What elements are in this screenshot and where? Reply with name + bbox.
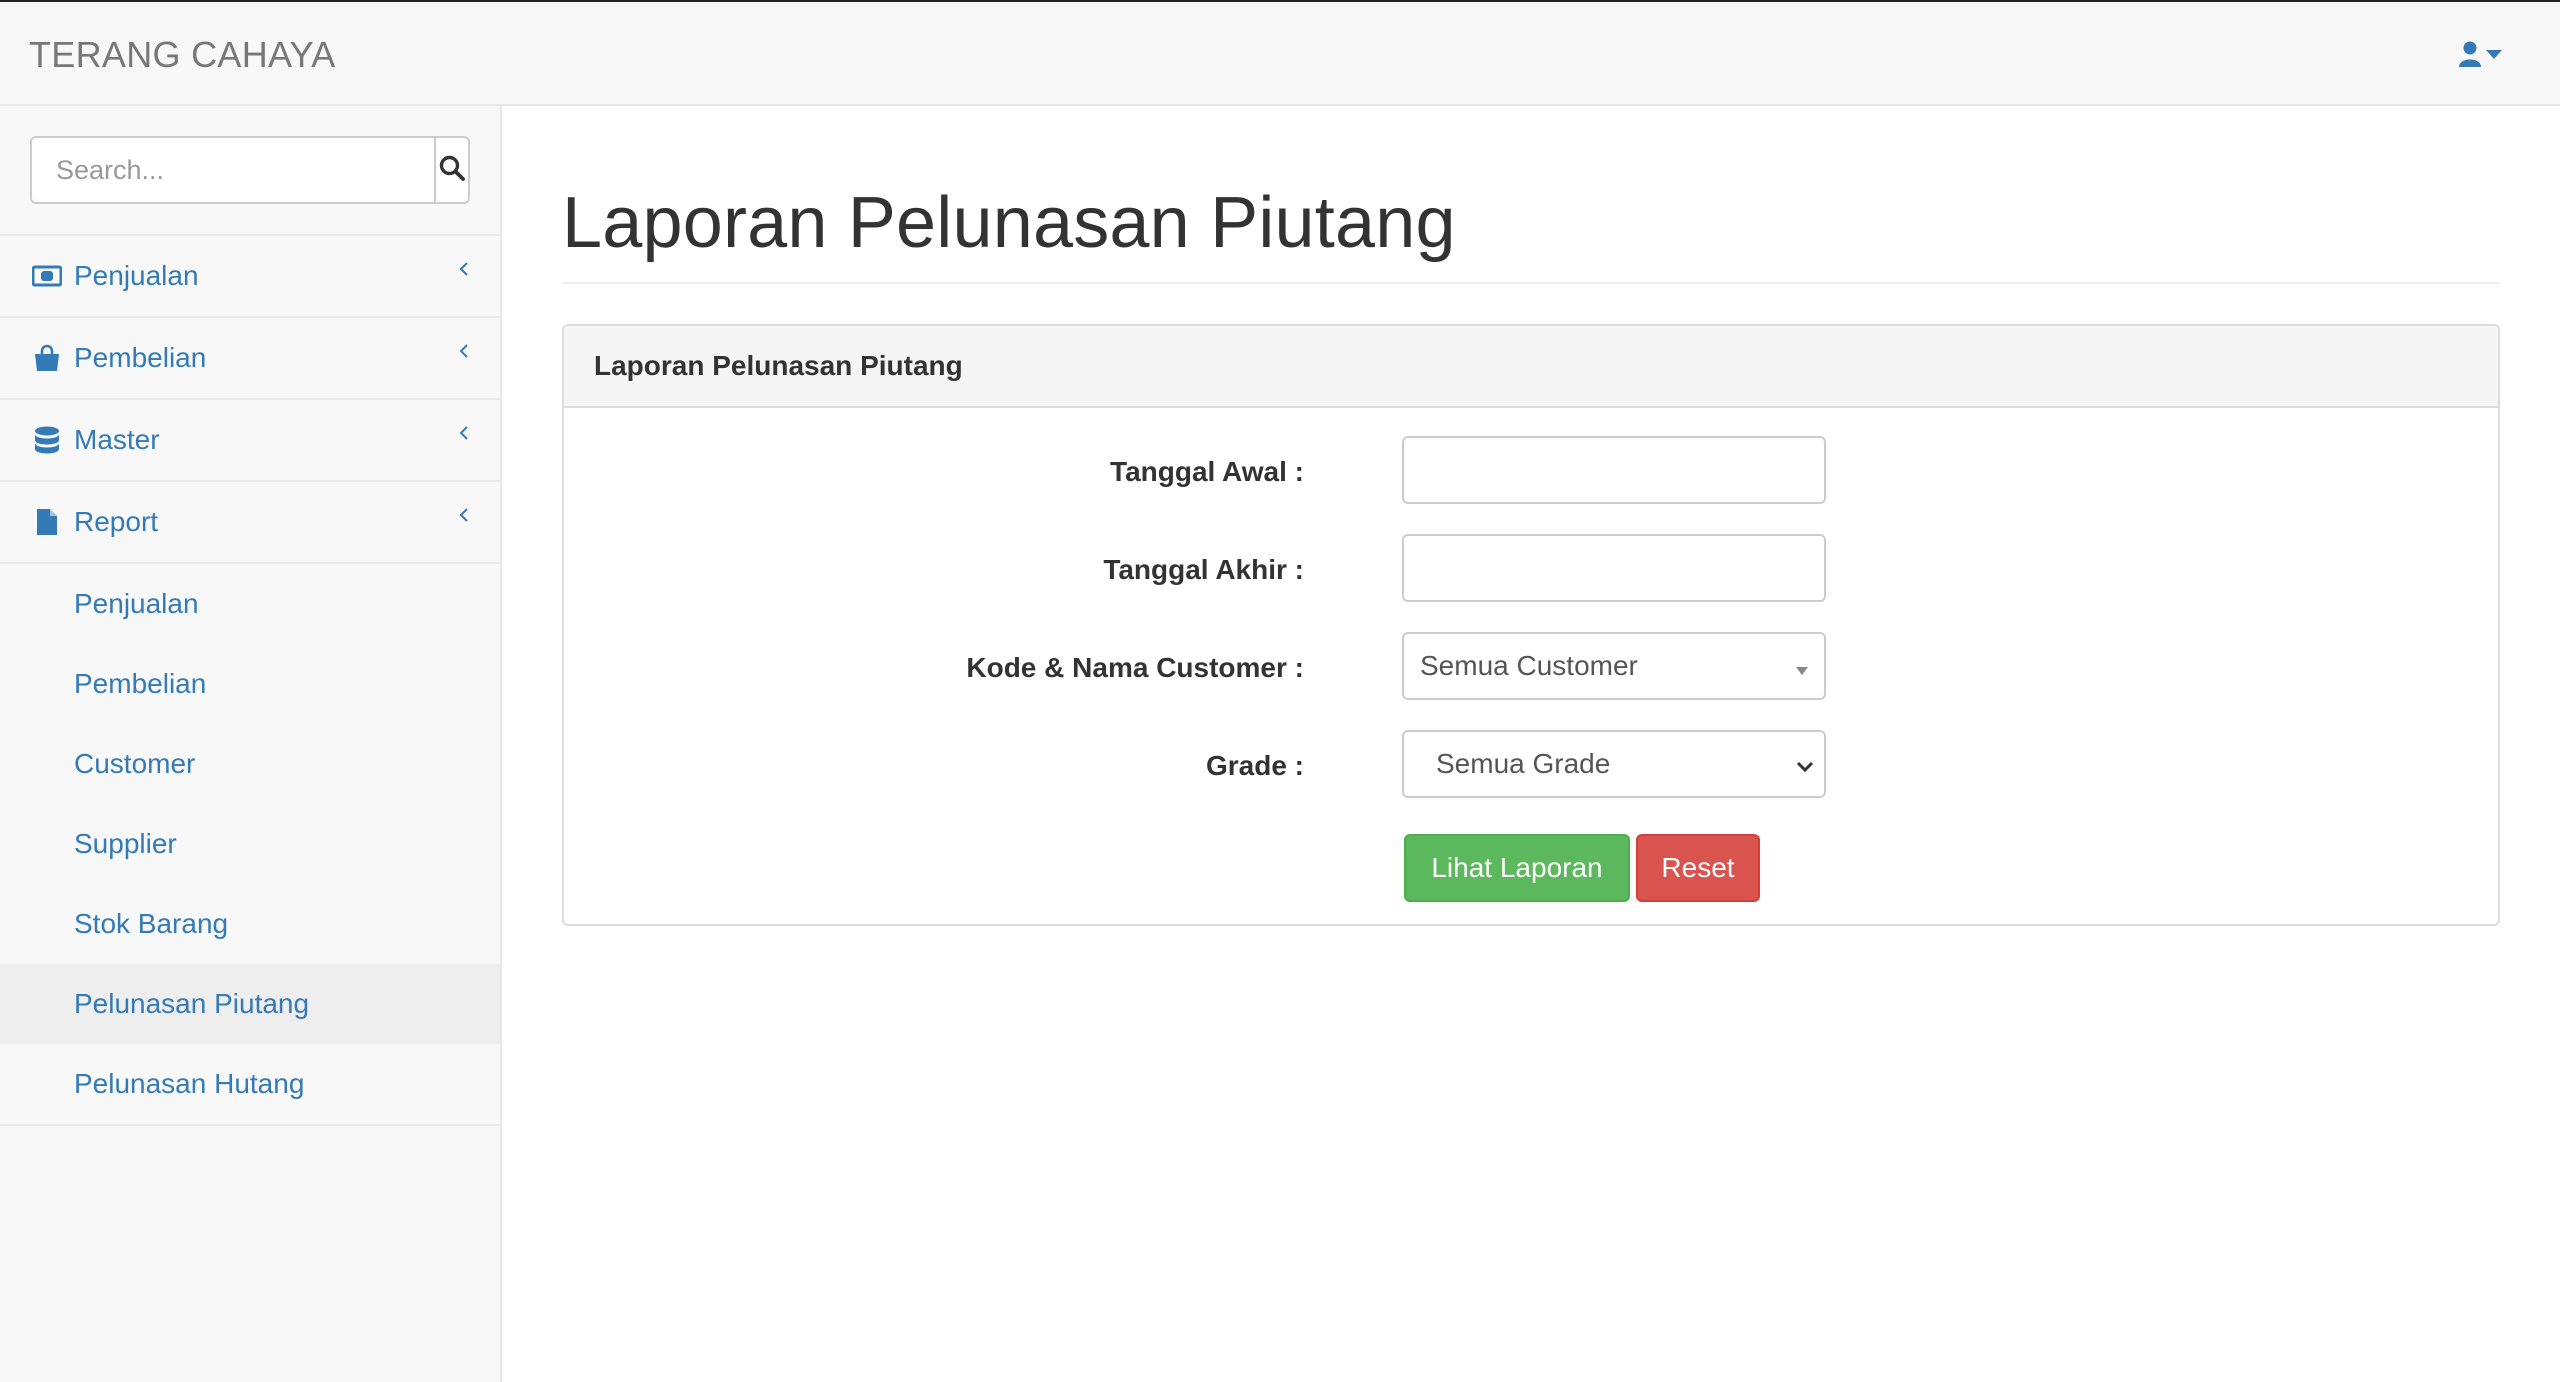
search-button[interactable] [434,138,468,202]
chevron-down-icon [1796,748,1814,780]
money-icon [32,261,62,291]
tanggal-awal-label: Tanggal Awal : [1110,456,1304,487]
sidebar: Penjualan Pembelian Master [0,106,502,1382]
chevron-left-icon [458,424,470,447]
tanggal-akhir-input[interactable] [1402,534,1826,602]
user-icon [2458,41,2482,72]
sidebar-item-pembelian[interactable]: Pembelian [0,318,500,400]
customer-selected-value: Semua Customer [1420,650,1638,681]
submenu-item-pelunasan-piutang[interactable]: Pelunasan Piutang [0,964,500,1044]
sidebar-item-master[interactable]: Master [0,400,500,482]
submenu-item-supplier[interactable]: Supplier [0,804,500,884]
view-report-button[interactable]: Lihat Laporan [1404,834,1630,902]
sidebar-item-report[interactable]: Report [0,482,500,564]
sidebar-item-label: Penjualan [74,260,199,291]
chevron-left-icon [458,260,470,283]
brand-title[interactable]: TERANG CAHAYA [29,34,336,76]
grade-select[interactable]: Semua Grade [1402,730,1826,798]
page-title: Laporan Pelunasan Piutang [562,183,1456,263]
database-icon [32,425,62,455]
shopping-bag-icon [32,343,62,373]
panel-heading: Laporan Pelunasan Piutang [564,326,2498,408]
reset-button[interactable]: Reset [1636,834,1760,902]
title-divider [562,282,2500,284]
chevron-left-icon [458,342,470,365]
submenu-item-pembelian[interactable]: Pembelian [0,644,500,724]
report-submenu: Penjualan Pembelian Customer Supplier St… [0,564,500,1126]
sidebar-item-penjualan[interactable]: Penjualan [0,236,500,318]
chevron-left-icon [458,506,470,529]
search-icon [438,154,466,187]
tanggal-awal-input[interactable] [1402,436,1826,504]
caret-down-icon [1796,650,1808,682]
sidebar-item-label: Report [74,506,159,537]
submenu-item-customer[interactable]: Customer [0,724,500,804]
caret-down-icon [2486,47,2502,65]
report-panel: Laporan Pelunasan Piutang Tanggal Awal :… [562,324,2500,926]
submenu-item-stok-barang[interactable]: Stok Barang [0,884,500,964]
file-icon [32,507,62,537]
sidebar-item-label: Pembelian [74,342,207,373]
customer-label: Kode & Nama Customer : [966,652,1304,683]
sidebar-nav: Penjualan Pembelian Master Report Penjua… [0,234,500,1126]
sidebar-search [30,136,470,204]
customer-select[interactable]: Semua Customer [1402,632,1826,700]
grade-label: Grade : [1205,750,1304,781]
user-menu[interactable] [2458,41,2502,72]
sidebar-item-label: Master [74,424,160,455]
submenu-item-pelunasan-hutang[interactable]: Pelunasan Hutang [0,1044,500,1124]
grade-selected-value: Semua Grade [1436,748,1611,779]
tanggal-akhir-label: Tanggal Akhir : [1103,554,1304,585]
top-navbar: TERANG CAHAYA [0,0,2560,106]
search-input[interactable] [32,138,434,202]
submenu-item-penjualan[interactable]: Penjualan [0,564,500,644]
